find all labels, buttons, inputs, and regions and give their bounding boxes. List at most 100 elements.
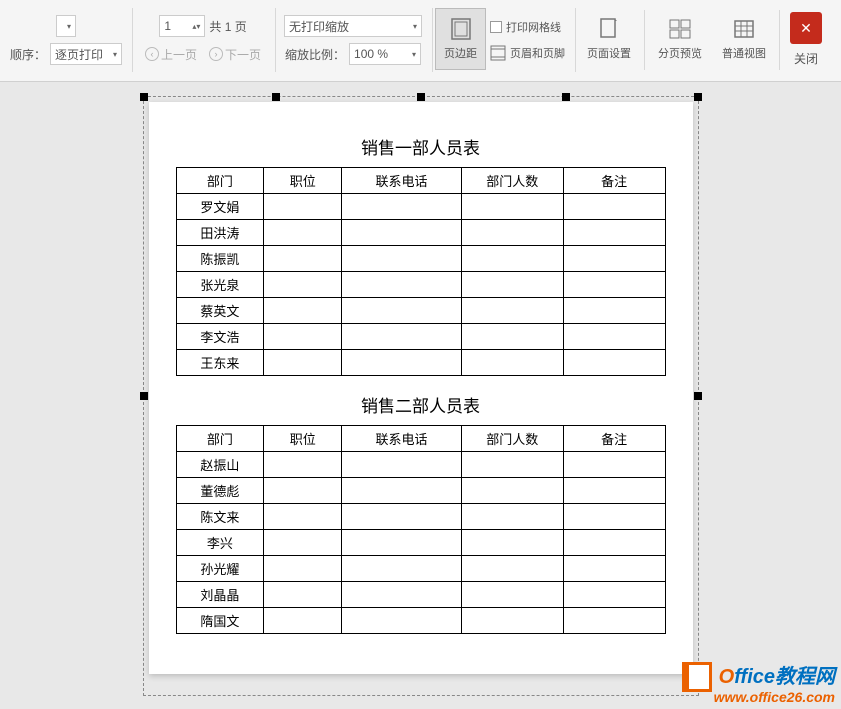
cell <box>461 504 563 530</box>
header-cell: 部门人数 <box>461 168 563 194</box>
handle-top-1[interactable] <box>272 93 280 101</box>
table-row: 张光泉 <box>176 272 665 298</box>
cell <box>563 324 665 350</box>
cell: 田洪涛 <box>176 220 264 246</box>
scale-label: 缩放比例： <box>285 46 345 63</box>
cell: 李文浩 <box>176 324 264 350</box>
page-setup-button[interactable]: 页面设置 <box>578 8 640 70</box>
cell <box>461 298 563 324</box>
table-row: 李兴 <box>176 530 665 556</box>
page-total-label: 共 1 页 <box>209 18 246 35</box>
table-row: 刘晶晶 <box>176 582 665 608</box>
cell: 张光泉 <box>176 272 264 298</box>
close-button[interactable]: ✕ <box>790 12 822 44</box>
cell <box>264 452 342 478</box>
margins-icon <box>449 17 473 41</box>
cell <box>342 556 462 582</box>
handle-top-left[interactable] <box>140 93 148 101</box>
cell <box>264 504 342 530</box>
scale-value-dropdown[interactable]: 100 % ▾ <box>349 43 421 65</box>
order-value: 逐页打印 <box>55 46 103 63</box>
page-break-button[interactable]: 分页预览 <box>649 8 711 70</box>
cell <box>563 298 665 324</box>
print-what-dropdown[interactable]: ▾ <box>56 15 76 37</box>
caret-icon: ▾ <box>412 50 416 59</box>
handle-top-2[interactable] <box>562 93 570 101</box>
gridlines-checkbox[interactable]: 打印网格线 <box>490 19 561 35</box>
cell <box>563 194 665 220</box>
cell <box>342 452 462 478</box>
cell: 王东来 <box>176 350 264 376</box>
cell <box>461 556 563 582</box>
cell <box>563 504 665 530</box>
margins-label: 页边距 <box>444 45 477 61</box>
normal-view-button[interactable]: 普通视图 <box>713 8 775 70</box>
header-footer-icon <box>490 45 506 61</box>
cell: 赵振山 <box>176 452 264 478</box>
table2-title: 销售二部人员表 <box>169 392 673 417</box>
header-cell: 联系电话 <box>342 426 462 452</box>
cell: 陈文来 <box>176 504 264 530</box>
next-page-label: 下一页 <box>225 46 261 63</box>
table-1: 部门 职位 联系电话 部门人数 备注 罗文娟 田洪涛 陈振凯 张光泉 蔡英文 李… <box>176 167 666 376</box>
watermark-o: O <box>719 666 735 688</box>
cell <box>461 324 563 350</box>
cell: 刘晶晶 <box>176 582 264 608</box>
cell <box>563 478 665 504</box>
cell: 罗文娟 <box>176 194 264 220</box>
cell <box>342 608 462 634</box>
cell <box>563 272 665 298</box>
cell <box>461 350 563 376</box>
page-break-icon <box>668 17 692 41</box>
cell <box>461 530 563 556</box>
handle-top-mid[interactable] <box>417 93 425 101</box>
handle-mid-left[interactable] <box>140 392 148 400</box>
next-page-button[interactable]: › 下一页 <box>205 44 265 65</box>
cell <box>264 608 342 634</box>
page-preview: 销售一部人员表 部门 职位 联系电话 部门人数 备注 罗文娟 田洪涛 陈振凯 张… <box>149 102 693 674</box>
cell <box>264 478 342 504</box>
cell <box>461 194 563 220</box>
page-setup-label: 页面设置 <box>587 45 631 61</box>
arrow-right-icon: › <box>209 47 223 61</box>
separator <box>644 10 645 70</box>
cell <box>342 194 462 220</box>
watermark-rest: ffice教程网 <box>734 666 835 688</box>
cell <box>461 582 563 608</box>
cell <box>342 246 462 272</box>
caret-icon: ▾ <box>413 22 417 31</box>
gridlines-label: 打印网格线 <box>506 19 561 35</box>
cell <box>342 220 462 246</box>
handle-mid-right[interactable] <box>694 392 702 400</box>
order-dropdown[interactable]: 逐页打印 ▾ <box>50 43 122 65</box>
table-row: 孙光耀 <box>176 556 665 582</box>
handle-top-right[interactable] <box>694 93 702 101</box>
cell <box>563 452 665 478</box>
cell <box>342 582 462 608</box>
page-nav-group: 1 ▴▾ 共 1 页 ‹ 上一页 › 下一页 <box>135 8 276 72</box>
cell <box>264 350 342 376</box>
prev-page-button[interactable]: ‹ 上一页 <box>141 44 201 65</box>
normal-view-label: 普通视图 <box>722 45 766 61</box>
scale-group: 无打印缩放 ▾ 缩放比例： 100 % ▾ <box>278 8 433 72</box>
margins-button[interactable]: 页边距 <box>435 8 486 70</box>
header-cell: 部门 <box>176 426 264 452</box>
cell: 董德彪 <box>176 478 264 504</box>
cell <box>264 246 342 272</box>
header-footer-button[interactable]: 页眉和页脚 <box>490 45 565 61</box>
watermark-title: Office教程网 <box>719 666 835 688</box>
cell: 蔡英文 <box>176 298 264 324</box>
cell: 李兴 <box>176 530 264 556</box>
cell <box>563 220 665 246</box>
cell <box>461 452 563 478</box>
scale-value: 100 % <box>354 47 388 61</box>
table-row: 田洪涛 <box>176 220 665 246</box>
cell <box>563 608 665 634</box>
page-number-input[interactable]: 1 ▴▾ <box>159 15 205 37</box>
table-row: 赵振山 <box>176 452 665 478</box>
page-break-label: 分页预览 <box>658 45 702 61</box>
order-label: 顺序： <box>10 46 46 63</box>
scale-mode-dropdown[interactable]: 无打印缩放 ▾ <box>284 15 422 37</box>
separator <box>779 10 780 70</box>
prev-page-label: 上一页 <box>161 46 197 63</box>
